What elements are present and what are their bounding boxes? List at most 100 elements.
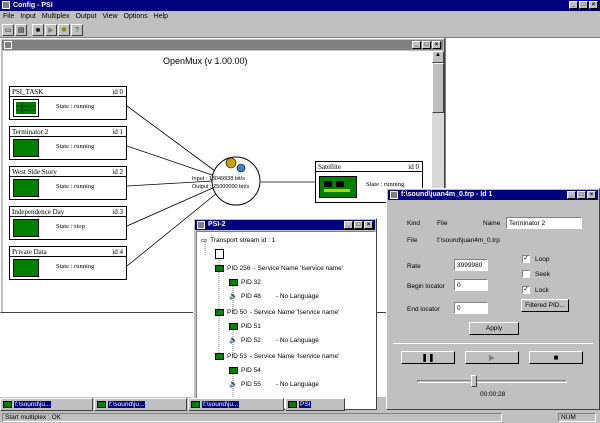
- hub-input-rate: Input : 13049938 bit/s: [192, 176, 245, 182]
- node-name: PSI_TASK: [12, 88, 44, 96]
- node-id: id 0: [408, 163, 419, 171]
- new-icon: ▭: [4, 27, 12, 34]
- openmux-minimize-button[interactable]: _: [412, 41, 421, 49]
- app-titlebar[interactable]: Config - PSI _ □ ×: [0, 0, 600, 11]
- window-icon: [4, 41, 12, 49]
- tree-root[interactable]: ▭ Transport stream id : 1: [201, 236, 276, 245]
- seek-checkbox[interactable]: [522, 270, 530, 278]
- position-slider-thumb[interactable]: [471, 375, 477, 387]
- file-icon: [13, 139, 39, 157]
- node-state: State : stop: [56, 223, 85, 230]
- scroll-up-button[interactable]: ▲: [432, 51, 444, 63]
- collapse-icon: ▭: [201, 237, 208, 244]
- node-state: State : running: [56, 103, 95, 110]
- menu-options[interactable]: Options: [124, 11, 148, 22]
- video-icon: [229, 367, 238, 374]
- menu-help[interactable]: Help: [154, 11, 168, 22]
- file-close-button[interactable]: ×: [587, 191, 596, 199]
- openmux-titlebar[interactable]: _ □ ×: [2, 40, 443, 50]
- menu-multiplex[interactable]: Multiplex: [42, 11, 70, 22]
- apply-button[interactable]: Apply: [469, 322, 519, 335]
- file-icon: [288, 401, 297, 408]
- filtered-pid-button[interactable]: Filtered PID...: [521, 299, 569, 312]
- node-state: State : running: [56, 143, 95, 150]
- name-label: Name: [483, 220, 501, 227]
- stop-button[interactable]: ■: [32, 24, 44, 36]
- pid-label: PID 52: [241, 337, 261, 344]
- minimized-window-2[interactable]: f:\sound\ju...: [94, 398, 187, 411]
- tree-pid-48[interactable]: 🔈 PID 48 - No Language: [229, 293, 319, 300]
- menu-file[interactable]: File: [3, 11, 14, 22]
- settings-button[interactable]: ✱: [58, 24, 70, 36]
- tree-root-label: Transport stream id : 1: [210, 236, 276, 244]
- input-node-terminator-2[interactable]: Terminator 2 id 1 State : running: [9, 126, 127, 160]
- file-icon: [13, 259, 39, 277]
- name-input[interactable]: [506, 217, 582, 229]
- play-file-button[interactable]: ▶: [465, 351, 519, 364]
- menu-input[interactable]: Input: [20, 11, 36, 22]
- tree-pid-53[interactable]: PID 53 - Service Name 'Iservice name': [215, 353, 339, 360]
- psi-titlebar[interactable]: PSI-2 _ □ ×: [195, 220, 375, 230]
- file-maximize-button[interactable]: □: [577, 191, 586, 199]
- service-name: - Service Name 'Iservice name': [249, 353, 340, 360]
- pid-label: PID 53: [227, 353, 247, 360]
- input-node-private-data[interactable]: Private Data id 4 State : running: [9, 246, 127, 280]
- maximize-button[interactable]: □: [579, 1, 588, 9]
- tree-pid-51[interactable]: PID 51: [229, 323, 261, 330]
- position-slider-track[interactable]: [417, 380, 567, 383]
- help-button[interactable]: ?: [71, 24, 83, 36]
- psi-maximize-button[interactable]: □: [354, 221, 363, 229]
- pause-button[interactable]: ❚❚: [401, 351, 455, 364]
- node-name: Private Data: [12, 248, 47, 256]
- minimized-window-4[interactable]: PSI: [285, 398, 345, 411]
- rate-input[interactable]: [454, 259, 488, 271]
- openmux-close-button[interactable]: ×: [432, 41, 441, 49]
- stop-file-button[interactable]: ■: [529, 351, 583, 364]
- end-locator-label: End locator: [407, 306, 440, 313]
- close-button[interactable]: ×: [589, 1, 598, 9]
- tree-pid-32[interactable]: PID 32: [229, 279, 261, 286]
- open-button[interactable]: ▤: [15, 24, 27, 36]
- input-node-psi-task[interactable]: PSI_TASK id 0 State : running: [9, 86, 127, 120]
- speaker-icon: 🔈: [229, 337, 238, 344]
- node-id: id 4: [112, 248, 123, 256]
- new-button[interactable]: ▭: [2, 24, 14, 36]
- tree-stream-node[interactable]: [215, 249, 224, 259]
- stream-icon: [215, 249, 224, 259]
- minimize-button[interactable]: _: [569, 1, 578, 9]
- elapsed-time: 00:00:28: [480, 391, 506, 398]
- divider: [393, 343, 593, 344]
- language-label: - No Language: [275, 337, 319, 344]
- kind-label: Kind: [407, 220, 421, 227]
- psi-close-button[interactable]: ×: [364, 221, 373, 229]
- minimized-window-3[interactable]: f:\sound\ju...: [188, 398, 284, 411]
- file-minimize-button[interactable]: _: [567, 191, 576, 199]
- input-node-independence-day[interactable]: Independence Day id 3 State : stop: [9, 206, 127, 240]
- program-icon: [215, 265, 224, 272]
- node-id: id 0: [112, 88, 123, 96]
- scroll-thumb[interactable]: [432, 63, 444, 113]
- tree-pid-55[interactable]: 🔈 PID 55 - No Language: [229, 381, 319, 388]
- menu-output[interactable]: Output: [75, 11, 96, 22]
- psi-minimize-button[interactable]: _: [344, 221, 353, 229]
- play-button[interactable]: ▶: [45, 24, 57, 36]
- file-titlebar[interactable]: f:\sound\juan4m_0.trp - Id 1 _ □ ×: [388, 190, 598, 200]
- tree-pid-50[interactable]: PID 50 - Service Name 'Iservice name': [215, 309, 339, 316]
- node-id: id 2: [112, 168, 123, 176]
- tree-pid-54[interactable]: PID 54: [229, 367, 261, 374]
- openmux-maximize-button[interactable]: □: [422, 41, 431, 49]
- tree-pid-52[interactable]: 🔈 PID 52 - No Language: [229, 337, 319, 344]
- pause-icon: ❚❚: [421, 353, 435, 362]
- node-id: id 3: [112, 208, 123, 216]
- loop-checkbox[interactable]: ✓: [522, 255, 530, 263]
- end-locator-input[interactable]: [454, 302, 488, 314]
- lock-checkbox[interactable]: ✓: [522, 286, 530, 294]
- file-title: f:\sound\juan4m_0.trp - Id 1: [401, 191, 493, 198]
- settings-icon: ✱: [61, 27, 67, 34]
- menu-view[interactable]: View: [103, 11, 118, 22]
- begin-locator-input[interactable]: [454, 279, 488, 291]
- minimized-window-1[interactable]: f:\sound\ju...: [0, 398, 93, 411]
- window-icon: [390, 191, 398, 199]
- input-node-west-side-story[interactable]: West Side Story id 2 State : running: [9, 166, 127, 200]
- tree-pid-256[interactable]: PID 256 - Service Name 'Iservice name': [215, 265, 343, 272]
